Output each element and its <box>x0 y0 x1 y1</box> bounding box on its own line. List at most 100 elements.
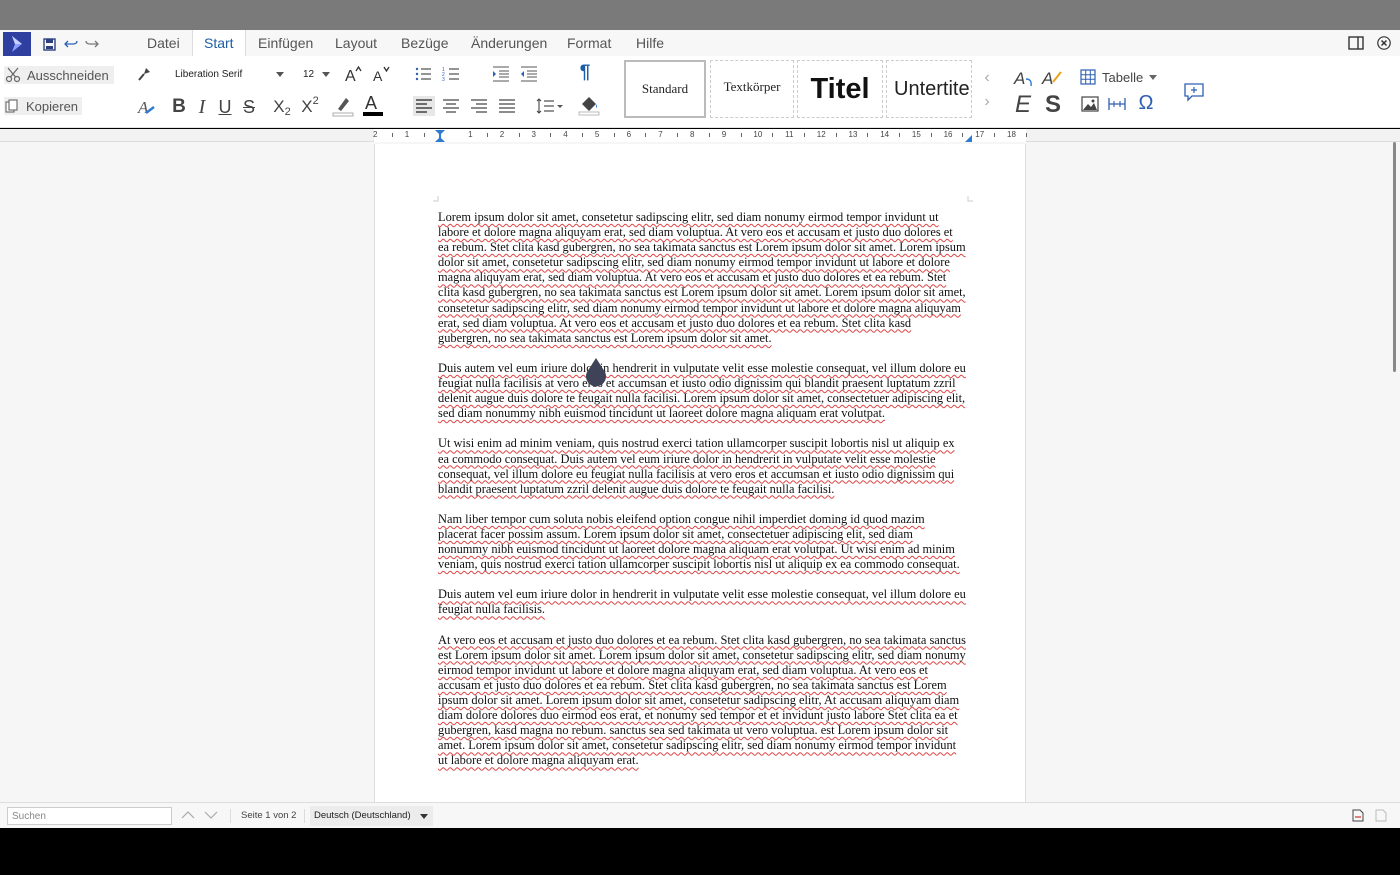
emphasis-style-icon[interactable]: E <box>1012 91 1034 118</box>
superscript-icon[interactable]: X2 <box>298 95 322 118</box>
ruler-tick <box>899 133 901 137</box>
insert-field-icon[interactable] <box>1106 94 1128 114</box>
ruler-number: 8 <box>690 130 695 139</box>
menu-datei[interactable]: Datei <box>136 30 191 56</box>
search-up-icon[interactable] <box>180 808 196 825</box>
status-separator <box>304 809 305 823</box>
paragraph: Lorem ipsum dolor sit amet, consetetur s… <box>438 210 966 345</box>
font-name-select[interactable]: Liberation Serif <box>169 63 289 85</box>
document-body[interactable]: Lorem ipsum dolor sit amet, consetetur s… <box>438 210 966 784</box>
character-style-icon[interactable]: A <box>1013 68 1035 90</box>
save-icon[interactable] <box>40 35 58 53</box>
language-select[interactable]: Deutsch (Deutschland) <box>310 806 433 826</box>
align-left-icon[interactable] <box>413 96 435 116</box>
touch-cursor-icon <box>586 358 606 387</box>
ruler-tick <box>486 133 488 137</box>
insert-table-button[interactable]: Tabelle <box>1080 68 1160 86</box>
style-textkoerper[interactable]: Textkörper <box>710 60 794 118</box>
language-dropdown-icon <box>419 814 428 819</box>
style-untertitel[interactable]: Untertitel <box>886 60 972 118</box>
table-label: Tabelle <box>1102 69 1144 85</box>
paragraph: Duis autem vel eum iriure dolor in hendr… <box>438 360 966 421</box>
ruler-tick <box>835 133 837 137</box>
styles-prev-icon[interactable]: ‹ <box>980 69 994 86</box>
font-color-icon[interactable]: A <box>361 92 385 118</box>
sidebar-toggle-icon[interactable] <box>1347 34 1365 52</box>
ruler-number: 13 <box>848 130 858 139</box>
close-icon[interactable] <box>1375 34 1393 52</box>
svg-text:A: A <box>365 93 377 113</box>
format-painter-icon[interactable] <box>135 65 153 83</box>
menu-format[interactable]: Format <box>556 30 622 56</box>
shrink-font-icon[interactable]: A <box>371 64 391 84</box>
line-spacing-icon[interactable] <box>535 96 565 116</box>
formatting-marks-icon[interactable]: ¶ <box>576 62 594 83</box>
strikethrough-icon[interactable]: S <box>240 96 258 118</box>
ruler-number: 15 <box>911 130 921 139</box>
app-logo-icon[interactable] <box>3 32 31 56</box>
ruler-number: 1 <box>468 130 473 139</box>
style-standard[interactable]: Standard <box>624 60 706 118</box>
menu-aenderungen[interactable]: Änderungen <box>460 30 558 56</box>
ruler-tick <box>994 133 996 137</box>
menu-bezuege[interactable]: Bezüge <box>390 30 459 56</box>
document-page[interactable]: Lorem ipsum dolor sit amet, consetetur s… <box>374 144 1026 802</box>
document-canvas[interactable]: Lorem ipsum dolor sit amet, consetetur s… <box>0 142 1390 802</box>
paragraph: Ut wisi enim ad minim veniam, quis nostr… <box>438 436 955 496</box>
cut-button[interactable]: Ausschneiden <box>4 66 114 84</box>
menu-hilfe[interactable]: Hilfe <box>625 30 675 56</box>
search-input[interactable] <box>7 807 172 825</box>
align-center-icon[interactable] <box>441 96 461 116</box>
paragraph-fill-icon[interactable] <box>577 93 601 117</box>
redo-icon[interactable] <box>83 35 101 53</box>
menu-einfuegen[interactable]: Einfügen <box>247 30 324 56</box>
copy-icon <box>5 99 19 113</box>
vertical-scrollbar[interactable] <box>1390 142 1400 802</box>
insert-image-icon[interactable] <box>1080 94 1100 114</box>
grow-font-icon[interactable]: A <box>343 64 363 84</box>
copy-button[interactable]: Kopieren <box>4 97 82 115</box>
subscript-icon[interactable]: X2 <box>270 96 294 118</box>
clear-formatting-icon[interactable]: A <box>135 96 157 118</box>
document-signature-icon <box>1375 809 1387 825</box>
bold-icon[interactable]: B <box>170 96 188 118</box>
horizontal-ruler[interactable]: 2 1 1 2 3 4 5 6 7 8 9 10 11 12 13 14 15 16 17 18 <box>0 129 1400 143</box>
language-value: Deutsch (Deutschland) <box>314 810 411 821</box>
menu-start[interactable]: Start <box>192 30 246 57</box>
ruler-number: 11 <box>785 130 794 139</box>
font-size-select[interactable]: 12 <box>297 63 335 85</box>
ruler-number: 10 <box>753 130 763 139</box>
italic-icon[interactable]: I <box>194 96 210 118</box>
ruler-number: 5 <box>594 130 600 139</box>
table-dropdown-icon <box>1149 74 1158 80</box>
bullet-list-icon[interactable] <box>413 65 433 83</box>
ruler-number: 12 <box>816 130 826 139</box>
scrollbar-thumb[interactable] <box>1393 142 1396 372</box>
style-titel[interactable]: Titel <box>797 60 883 118</box>
undo-icon[interactable] <box>62 35 80 53</box>
ruler-tick <box>613 133 615 137</box>
ruler-tick <box>423 133 425 137</box>
page-corner-top-left <box>433 196 439 202</box>
style-standard-label: Standard <box>641 81 689 96</box>
special-character-icon[interactable]: Ω <box>1135 92 1157 114</box>
menu-layout[interactable]: Layout <box>324 30 388 56</box>
search-down-icon[interactable] <box>203 808 219 825</box>
style-edit-icon[interactable]: A <box>1041 68 1063 90</box>
style-titel-label: Titel <box>810 72 870 105</box>
highlight-color-icon[interactable] <box>332 94 354 118</box>
decrease-indent-icon[interactable] <box>519 65 539 83</box>
insert-comment-icon[interactable] <box>1182 80 1206 104</box>
table-icon <box>1080 69 1096 85</box>
ruler-number: 4 <box>563 130 568 139</box>
increase-indent-icon[interactable] <box>491 65 511 83</box>
ruler-tick <box>550 133 552 137</box>
ruler-number: 9 <box>721 130 727 139</box>
align-justify-icon[interactable] <box>497 96 517 116</box>
align-right-icon[interactable] <box>469 96 489 116</box>
styles-next-icon[interactable]: › <box>980 93 994 110</box>
strong-style-icon[interactable]: S <box>1042 91 1064 118</box>
underline-icon[interactable]: U <box>216 96 234 118</box>
ruler-tick <box>930 133 932 137</box>
numbered-list-icon[interactable]: 123 <box>441 65 461 83</box>
